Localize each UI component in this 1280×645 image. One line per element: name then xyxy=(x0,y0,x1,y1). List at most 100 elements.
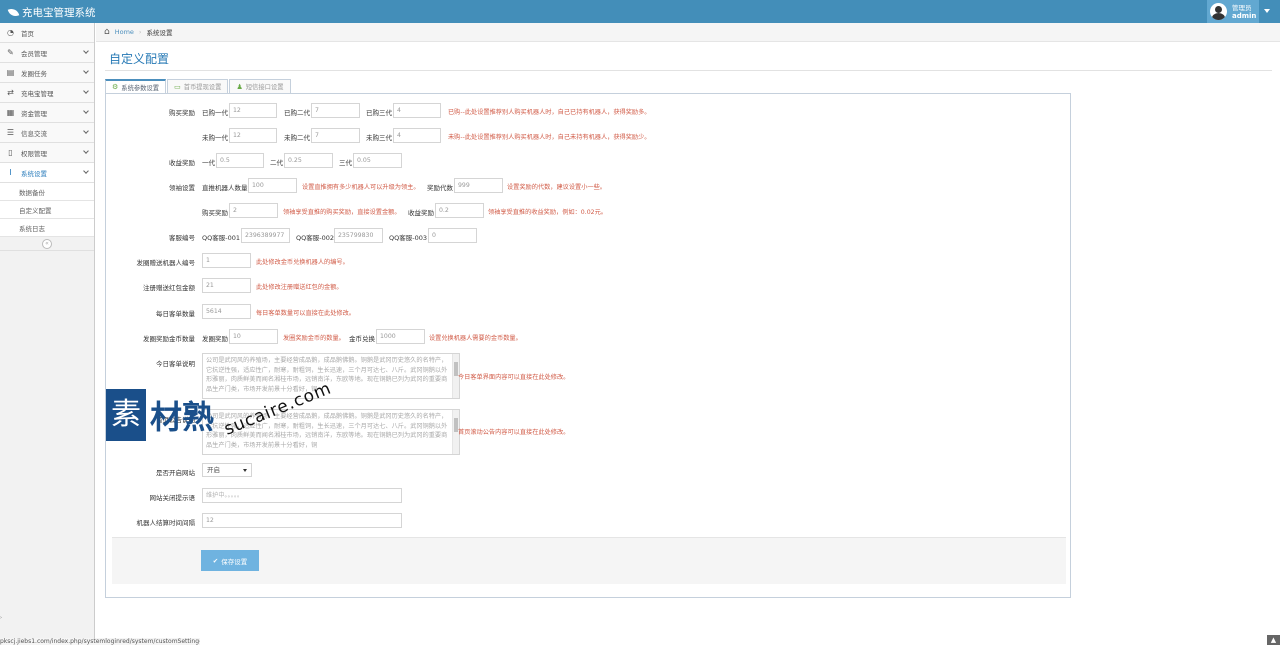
leader-buy-input[interactable]: 2 xyxy=(229,203,278,218)
qq1-input[interactable]: 2396389977 xyxy=(241,228,290,243)
user-menu[interactable]: 管理员 admin xyxy=(1207,0,1259,23)
sidebar-item-settings[interactable]: Ⅰ 系统设置 xyxy=(0,163,94,183)
chevron-down-icon xyxy=(83,168,89,174)
purchase-reward-label: 购买奖励 xyxy=(169,109,195,117)
leader-settings-label: 领袖设置 xyxy=(169,184,195,192)
leader-income-label: 收益奖励 xyxy=(408,209,434,217)
chevron-down-icon xyxy=(83,148,89,154)
home-icon: ⌂ xyxy=(104,27,110,37)
tab-bar: ⚙ 系统参数设置 ▭ 首币提现设置 ♟ 短信接口设置 xyxy=(105,79,292,94)
cogs-icon: ⚙ xyxy=(112,83,119,91)
sidebar-item-messages[interactable]: ☰ 信息交流 xyxy=(0,123,94,143)
bought-gen3-input[interactable]: 4 xyxy=(393,103,441,118)
sidebar-item-label: 权限管理 xyxy=(21,149,47,158)
tab-label: 短信接口设置 xyxy=(245,84,284,91)
qq2-input[interactable]: 235799830 xyxy=(334,228,383,243)
sidebar-item-permissions[interactable]: ▯ 权限管理 xyxy=(0,143,94,163)
tab-withdraw[interactable]: ▭ 首币提现设置 xyxy=(167,79,229,94)
resize-marker: › xyxy=(0,615,2,621)
double-angle-left-icon: « xyxy=(42,239,52,249)
chevron-down-icon xyxy=(83,128,89,134)
watermark-char: 素 xyxy=(106,389,146,441)
bought-gen1-label: 已购一代 xyxy=(202,109,228,117)
sidebar-subitem-custom-config[interactable]: 自定义配置 xyxy=(0,201,94,219)
tab-system-params[interactable]: ⚙ 系统参数设置 xyxy=(105,79,167,94)
income-gen3-input[interactable]: 0.05 xyxy=(353,153,402,168)
book-icon: ▤ xyxy=(6,68,15,77)
coin-reward-sub-label: 发圈奖励 xyxy=(202,335,228,343)
gift-robot-input[interactable]: 1 xyxy=(202,253,251,268)
sidebar-item-tasks[interactable]: ▤ 发圈任务 xyxy=(0,63,94,83)
watermark: 素 材熟 sucaire.com xyxy=(106,378,335,441)
service-label: 客服编号 xyxy=(169,234,195,242)
leader-income-input[interactable]: 0.2 xyxy=(435,203,484,218)
direct-robots-hint: 设置直推拥有多少机器人可以升级为领主。 xyxy=(302,184,420,191)
sidebar-item-label: 会员管理 xyxy=(21,49,47,58)
watermark-text: 材熟 xyxy=(150,398,215,436)
breadcrumb-home-link[interactable]: Home xyxy=(115,28,134,36)
tab-sms[interactable]: ♟ 短信接口设置 xyxy=(229,79,291,94)
unbought-gen1-input[interactable]: 12 xyxy=(229,128,277,143)
reward-gens-hint: 设置奖励的代数，建议设置小一些。 xyxy=(507,184,606,191)
save-button-label: 保存设置 xyxy=(221,557,248,566)
income-gen3-label: 三代 xyxy=(339,159,352,167)
bought-gen1-input[interactable]: 12 xyxy=(229,103,277,118)
coin-reward-label: 发圈奖励金币数量 xyxy=(143,335,195,343)
close-tip-input[interactable]: 维护中。。。。。 xyxy=(202,488,402,503)
daily-orders-input[interactable]: 5614 xyxy=(202,304,251,319)
unbought-gen3-input[interactable]: 4 xyxy=(393,128,441,143)
qq3-label: QQ客服-003 xyxy=(389,234,427,242)
breadcrumb: ⌂ Home › 系统设置 xyxy=(96,23,1280,42)
dashboard-icon: ◔ xyxy=(7,28,14,37)
sidebar-item-members[interactable]: ✎ 会员管理 xyxy=(0,43,94,63)
reg-redpack-label: 注册赠送红包金额 xyxy=(143,284,195,292)
tab-label: 首币提现设置 xyxy=(183,84,222,91)
daily-orders-hint: 每日客单数量可以直接在此处修改。 xyxy=(256,310,355,317)
top-navbar: 充电宝管理系统 管理员 admin xyxy=(0,0,1280,23)
reg-redpack-input[interactable]: 21 xyxy=(202,278,251,293)
app-brand[interactable]: 充电宝管理系统 xyxy=(7,5,96,20)
sidebar-item-label: 系统设置 xyxy=(21,169,47,178)
bought-gen2-input[interactable]: 7 xyxy=(311,103,360,118)
caret-down-icon xyxy=(243,469,247,472)
bought-gen3-label: 已购三代 xyxy=(366,109,392,117)
coin-exchange-input[interactable]: 1000 xyxy=(376,329,425,344)
save-button[interactable]: ✔ 保存设置 xyxy=(201,550,259,571)
scroll-to-top-button[interactable]: ▲ xyxy=(1267,635,1280,645)
site-open-select[interactable]: 开启 xyxy=(202,463,252,477)
user-icon: ♟ xyxy=(236,82,243,91)
check-icon: ✔ xyxy=(212,556,219,565)
sidebar-collapse-toggle[interactable]: « xyxy=(0,237,94,251)
unbought-gen2-input[interactable]: 7 xyxy=(311,128,360,143)
unbought-gen2-label: 未购二代 xyxy=(284,134,310,142)
sidebar-item-label: 发圈任务 xyxy=(21,69,47,78)
reg-redpack-hint: 此处修改注册赠送红包的金额。 xyxy=(256,284,343,291)
robot-interval-input[interactable]: 12 xyxy=(202,513,402,528)
income-gen1-input[interactable]: 0.5 xyxy=(216,153,264,168)
income-gen2-input[interactable]: 0.25 xyxy=(284,153,333,168)
unbought-hint: 未购--此处设置推荐别人购买机器人时，自己未持有机器人，获得奖励少。 xyxy=(448,134,651,141)
sidebar-subitem-system-log[interactable]: 系统日志 xyxy=(0,219,94,237)
coin-exchange-hint: 设置兑换机器人需要的金币数量。 xyxy=(429,335,522,342)
breadcrumb-current: 系统设置 xyxy=(146,29,173,37)
qq1-label: QQ客服-001 xyxy=(202,234,240,242)
coin-exchange-label: 金币兑换 xyxy=(349,335,375,343)
reward-gens-input[interactable]: 999 xyxy=(454,178,503,193)
site-open-value: 开启 xyxy=(207,466,220,474)
sidebar-subitem-backup[interactable]: 数据备份 xyxy=(0,183,94,201)
caret-down-icon[interactable] xyxy=(1264,9,1270,13)
sidebar-item-label: 充电宝管理 xyxy=(21,89,54,98)
notice-desc-hint: 首页滚动公告内容可以直接在此处修改。 xyxy=(458,429,570,436)
status-bar-url: pkscj.jiebs1.com/index.php/systemloginre… xyxy=(0,638,200,645)
gift-robot-hint: 此处修改金币兑换机器人的编号。 xyxy=(256,259,349,266)
divider xyxy=(105,70,1272,71)
sidebar-item-funds[interactable]: ▦ 资金管理 xyxy=(0,103,94,123)
sidebar-item-powerbank[interactable]: ⇄ 充电宝管理 xyxy=(0,83,94,103)
direct-robots-input[interactable]: 100 xyxy=(248,178,297,193)
file-icon: ▯ xyxy=(8,148,13,157)
qq3-input[interactable]: 0 xyxy=(428,228,477,243)
avatar xyxy=(1210,3,1227,20)
sidebar-item-home[interactable]: ◔ 首页 xyxy=(0,23,94,43)
coin-reward-input[interactable]: 10 xyxy=(229,329,278,344)
user-role: 管理员 xyxy=(1232,3,1252,12)
